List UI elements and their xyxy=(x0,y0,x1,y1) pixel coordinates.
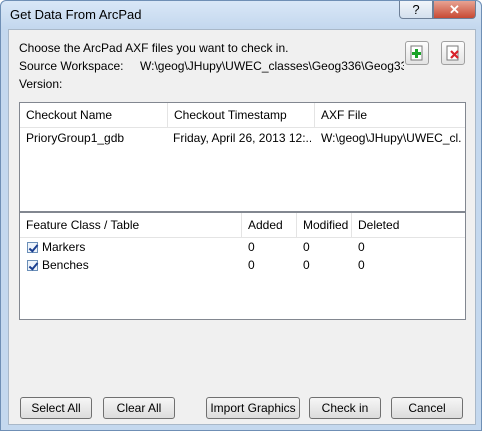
column-header-added[interactable]: Added xyxy=(242,213,297,237)
checkout-timestamp-cell: Friday, April 26, 2013 12:... xyxy=(173,131,311,145)
column-header-feature-class[interactable]: Feature Class / Table xyxy=(20,213,242,237)
modified-cell: 0 xyxy=(303,240,310,254)
instruction-text: Choose the ArcPad AXF files you want to … xyxy=(19,41,289,55)
benches-checkbox[interactable] xyxy=(27,260,38,271)
added-cell: 0 xyxy=(248,258,255,272)
dialog-window: Get Data From ArcPad ? ✕ Choose the ArcP… xyxy=(0,0,482,431)
help-button[interactable]: ? xyxy=(399,1,433,19)
help-icon: ? xyxy=(412,2,420,17)
add-file-icon xyxy=(410,45,423,61)
feature-name-cell: Benches xyxy=(42,258,89,272)
column-header-modified[interactable]: Modified xyxy=(297,213,352,237)
title-bar[interactable]: Get Data From ArcPad ? ✕ xyxy=(1,1,481,28)
dialog-client-area: Choose the ArcPad AXF files you want to … xyxy=(8,29,476,425)
close-button[interactable]: ✕ xyxy=(433,1,476,19)
close-icon: ✕ xyxy=(449,1,460,17)
column-header-deleted[interactable]: Deleted xyxy=(352,213,465,237)
clear-all-button[interactable]: Clear All xyxy=(103,397,175,419)
header-divider xyxy=(20,237,465,238)
import-graphics-button[interactable]: Import Graphics xyxy=(206,397,300,419)
cancel-button[interactable]: Cancel xyxy=(391,397,463,419)
remove-file-button[interactable] xyxy=(441,41,465,65)
feature-name-cell: Markers xyxy=(42,240,86,254)
remove-file-icon xyxy=(446,45,459,61)
header-divider xyxy=(20,127,465,128)
column-header-axf-file[interactable]: AXF File xyxy=(315,103,465,127)
select-all-button[interactable]: Select All xyxy=(20,397,92,419)
source-workspace-value: W:\geog\JHupy\UWEC_classes\Geog336\Geog3… xyxy=(140,59,404,73)
deleted-cell: 0 xyxy=(358,258,365,272)
modified-cell: 0 xyxy=(303,258,310,272)
deleted-cell: 0 xyxy=(358,240,365,254)
added-cell: 0 xyxy=(248,240,255,254)
axf-file-cell: W:\geog\JHupy\UWEC_cl... xyxy=(321,131,461,145)
add-file-button[interactable] xyxy=(405,41,429,65)
column-header-checkout-timestamp[interactable]: Checkout Timestamp xyxy=(168,103,315,127)
checkout-name-cell: PrioryGroup1_gdb xyxy=(26,131,125,145)
feature-class-list[interactable]: Feature Class / Table Added Modified Del… xyxy=(19,212,466,320)
source-workspace-label: Source Workspace: xyxy=(19,59,124,73)
check-in-button[interactable]: Check in xyxy=(309,397,381,419)
version-label: Version: xyxy=(19,77,63,91)
checkout-list[interactable]: Checkout Name Checkout Timestamp AXF Fil… xyxy=(19,102,466,212)
window-title: Get Data From ArcPad xyxy=(10,7,142,22)
column-header-checkout-name[interactable]: Checkout Name xyxy=(20,103,168,127)
markers-checkbox[interactable] xyxy=(27,242,38,253)
